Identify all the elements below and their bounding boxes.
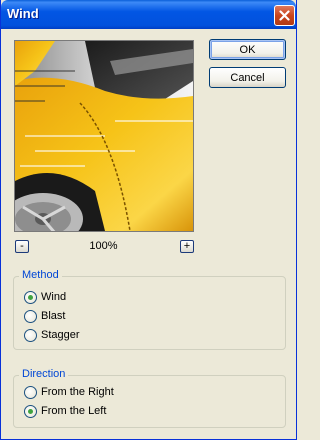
radio-label: Blast [41, 310, 66, 322]
radio-from-right[interactable]: From the Right [24, 385, 114, 399]
close-icon [279, 10, 290, 21]
radio-button[interactable] [24, 404, 37, 418]
radio-label: Wind [41, 291, 67, 303]
window-title: Wind [7, 6, 39, 21]
method-legend: Method [19, 269, 62, 281]
radio-label: Stagger [41, 329, 80, 341]
title-bar[interactable]: Wind [1, 0, 296, 29]
ok-button[interactable]: OK [209, 39, 286, 60]
wind-dialog: Wind OK Cancel - 100% + Method Wind Blas… [0, 0, 297, 440]
cancel-button[interactable]: Cancel [209, 67, 286, 88]
radio-button[interactable] [24, 328, 37, 342]
radio-wind[interactable]: Wind [24, 290, 66, 304]
close-button[interactable] [274, 5, 295, 26]
zoom-out-button[interactable]: - [15, 240, 29, 253]
radio-button[interactable] [24, 290, 37, 304]
zoom-in-button[interactable]: + [180, 240, 194, 253]
radio-button[interactable] [24, 385, 37, 399]
car-preview [15, 41, 193, 231]
radio-blast[interactable]: Blast [24, 309, 65, 323]
radio-from-left[interactable]: From the Left [24, 404, 106, 418]
preview-image[interactable] [14, 40, 194, 232]
method-group: Method Wind Blast Stagger [13, 269, 286, 350]
radio-button[interactable] [24, 309, 37, 323]
direction-legend: Direction [19, 368, 69, 380]
radio-label: From the Left [41, 405, 107, 417]
radio-label: From the Right [41, 386, 114, 398]
direction-group: Direction From the Right From the Left [13, 368, 286, 428]
radio-stagger[interactable]: Stagger [24, 328, 80, 342]
zoom-level: 100% [89, 240, 118, 252]
